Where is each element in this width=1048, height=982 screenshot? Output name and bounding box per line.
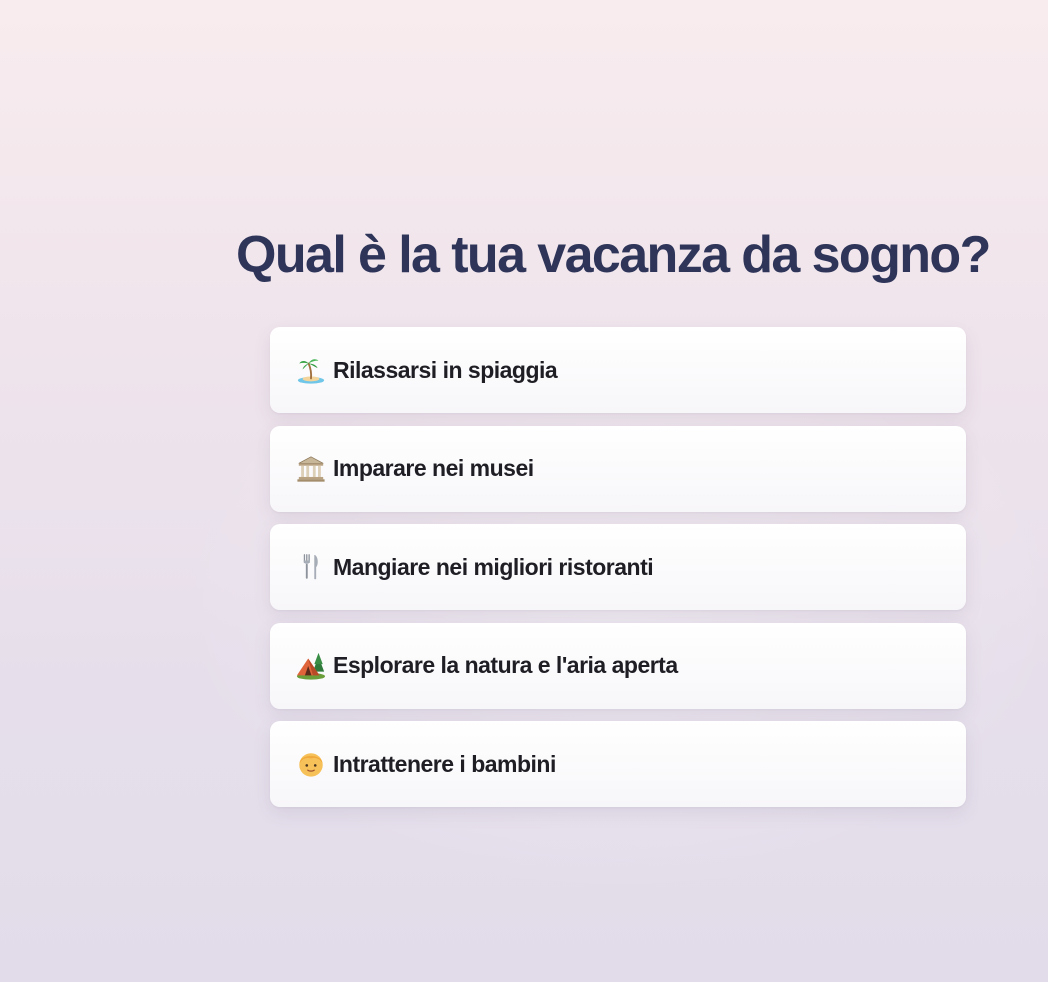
option-museums[interactable]: Imparare nei musei [270, 425, 966, 512]
classical-building-icon [295, 453, 327, 485]
option-kids[interactable]: Intrattenere i bambini [270, 721, 966, 807]
option-label: Imparare nei musei [333, 455, 534, 481]
option-restaurants[interactable]: Mangiare nei migliori ristoranti [270, 524, 966, 610]
option-nature[interactable]: Esplorare la natura e l'aria aperta [270, 622, 966, 709]
option-label: Mangiare nei migliori ristoranti [333, 553, 654, 580]
desert-island-icon [295, 354, 327, 386]
option-label: Intrattenere i bambini [333, 750, 556, 777]
option-label: Esplorare la natura e l'aria aperta [333, 652, 678, 678]
camping-tent-icon [295, 650, 327, 682]
quiz-question: Qual è la tua vacanza da sogno? [236, 226, 991, 284]
fork-and-knife-icon [295, 551, 327, 583]
child-face-icon [295, 748, 327, 780]
option-beach[interactable]: Rilassarsi in spiaggia [270, 327, 966, 413]
answer-options-list: Rilassarsi in spiaggia Imparare nei muse… [270, 327, 966, 820]
option-label: Rilassarsi in spiaggia [333, 356, 558, 383]
